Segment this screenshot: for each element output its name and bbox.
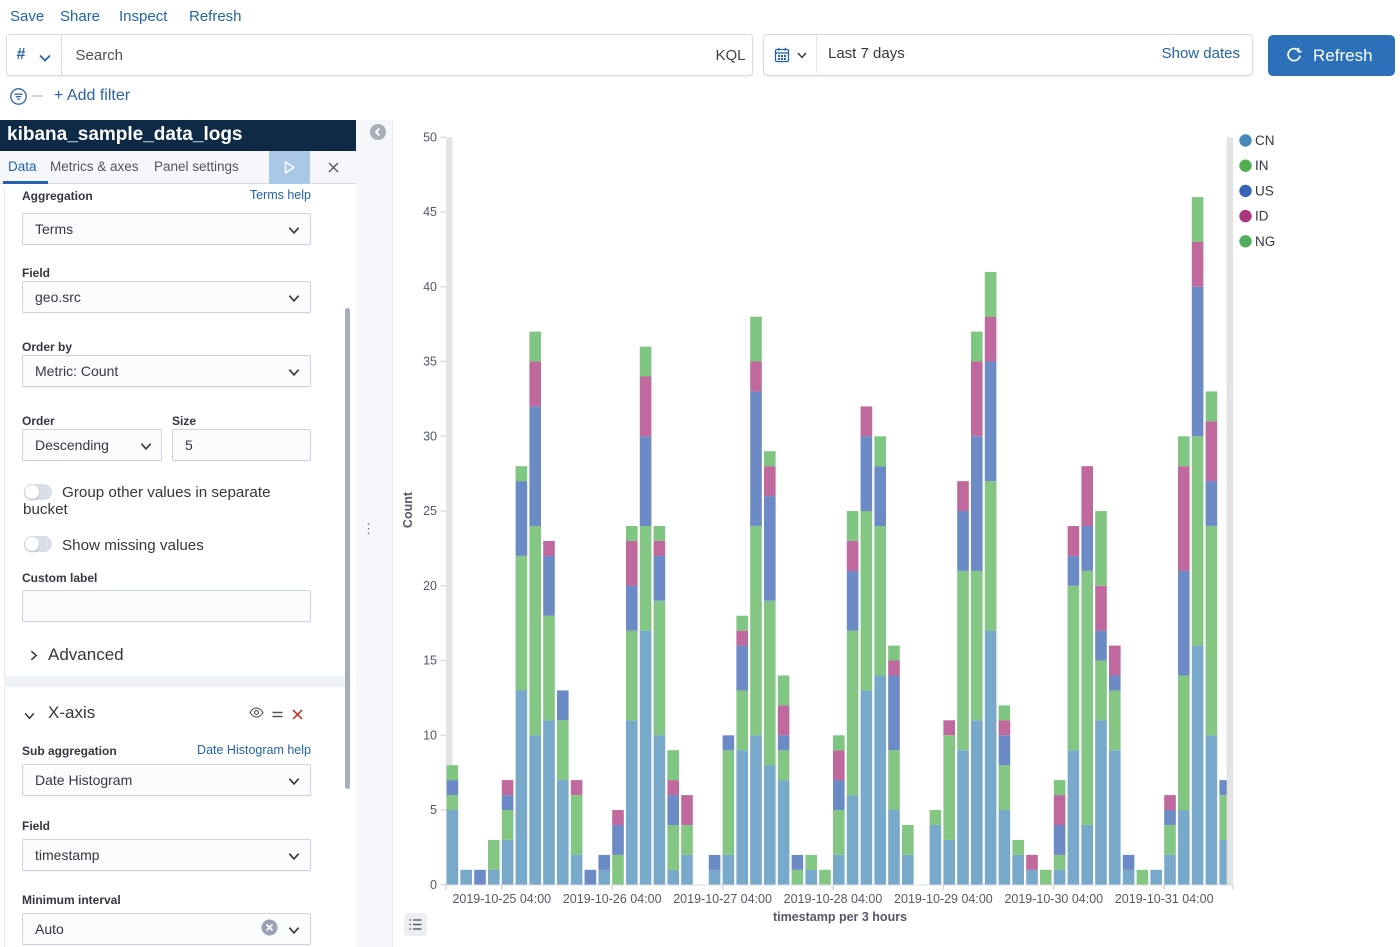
svg-text:2019-10-28 04:00: 2019-10-28 04:00 <box>784 892 883 906</box>
svg-text:10: 10 <box>423 728 437 742</box>
svg-text:2019-10-31 04:00: 2019-10-31 04:00 <box>1115 892 1214 906</box>
svg-text:Count: Count <box>401 491 415 528</box>
svg-text:40: 40 <box>423 280 437 294</box>
svg-text:5: 5 <box>430 803 437 817</box>
svg-text:2019-10-25 04:00: 2019-10-25 04:00 <box>452 892 551 906</box>
svg-text:2019-10-29 04:00: 2019-10-29 04:00 <box>894 892 993 906</box>
svg-text:IN: IN <box>1255 158 1269 173</box>
svg-text:15: 15 <box>423 654 437 668</box>
svg-text:CN: CN <box>1255 133 1275 148</box>
svg-text:30: 30 <box>423 429 437 443</box>
svg-text:2019-10-30 04:00: 2019-10-30 04:00 <box>1004 892 1103 906</box>
svg-text:NG: NG <box>1255 234 1275 249</box>
svg-text:US: US <box>1255 183 1274 198</box>
svg-text:25: 25 <box>423 504 437 518</box>
svg-text:0: 0 <box>430 878 437 892</box>
svg-text:35: 35 <box>423 355 437 369</box>
svg-text:timestamp per 3 hours: timestamp per 3 hours <box>773 910 907 924</box>
svg-text:50: 50 <box>423 130 437 144</box>
svg-text:2019-10-26 04:00: 2019-10-26 04:00 <box>563 892 662 906</box>
svg-text:2019-10-27 04:00: 2019-10-27 04:00 <box>673 892 772 906</box>
svg-text:ID: ID <box>1255 209 1269 224</box>
svg-text:20: 20 <box>423 579 437 593</box>
svg-text:45: 45 <box>423 205 437 219</box>
